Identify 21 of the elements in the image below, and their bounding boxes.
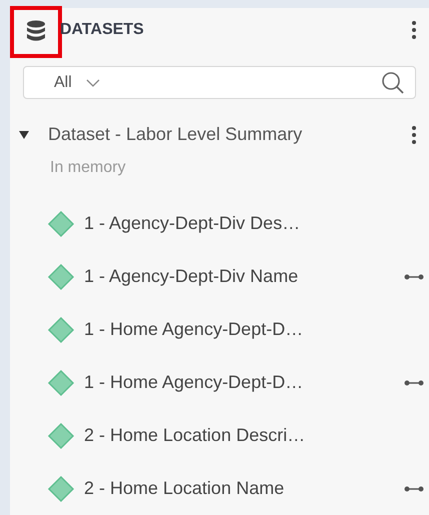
- diamond-icon: [47, 368, 75, 396]
- field-item[interactable]: 1 - Agency-Dept-Div Name: [84, 263, 404, 290]
- search-field[interactable]: All: [23, 66, 416, 99]
- field-item[interactable]: 1 - Home Agency-Dept-D…: [84, 316, 404, 343]
- field-item[interactable]: 2 - Home Location Name: [84, 475, 404, 502]
- expand-arrow-icon[interactable]: [18, 130, 30, 140]
- diamond-icon: [47, 316, 75, 344]
- chevron-down-icon: [86, 78, 100, 86]
- field-item[interactable]: 2 - Home Location Descri…: [84, 422, 404, 449]
- field-item[interactable]: 1 - Home Agency-Dept-D…: [84, 369, 404, 396]
- diamond-icon: [47, 262, 75, 290]
- field-item[interactable]: 1 - Agency-Dept-Div Des…: [84, 210, 404, 237]
- filter-dropdown[interactable]: All: [54, 70, 100, 94]
- dataset-name[interactable]: Dataset - Labor Level Summary: [48, 121, 412, 148]
- search-icon[interactable]: [381, 70, 405, 94]
- more-icon[interactable]: [412, 21, 416, 39]
- diamond-icon: [47, 474, 75, 502]
- diamond-icon: [47, 210, 75, 238]
- diamond-icon: [47, 422, 75, 450]
- dataset-status: In memory: [50, 158, 126, 178]
- dataset-more-icon[interactable]: [412, 126, 416, 144]
